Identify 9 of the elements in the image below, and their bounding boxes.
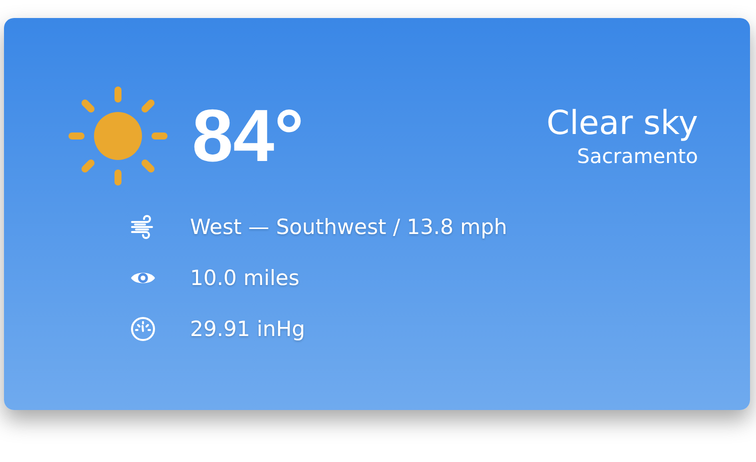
detail-text: 29.91 inHg [190, 317, 306, 341]
sun-icon [68, 86, 168, 186]
detail-text: West — Southwest / 13.8 mph [190, 215, 508, 239]
condition: Clear sky [546, 103, 698, 143]
gauge-icon [130, 316, 156, 342]
detail-text: 10.0 miles [190, 266, 300, 290]
wind-icon [130, 214, 156, 240]
location: Sacramento [577, 143, 698, 169]
temperature: 84° [192, 99, 304, 173]
